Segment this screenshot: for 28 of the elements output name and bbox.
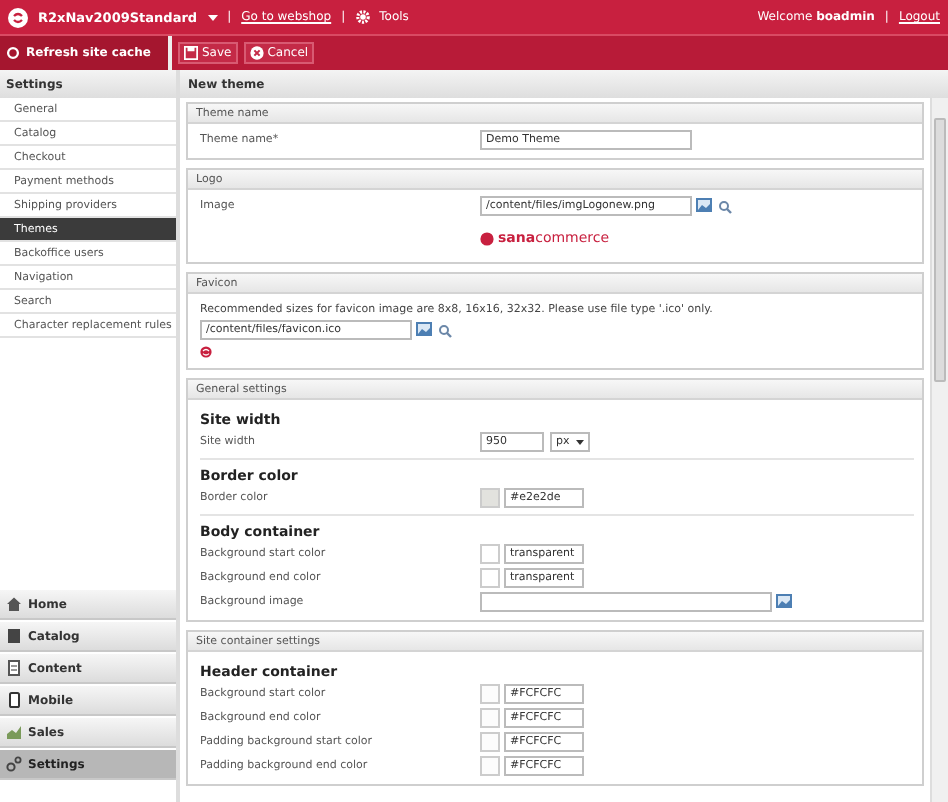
logo-icon [8,7,28,27]
color-swatch[interactable] [480,732,500,752]
color-swatch[interactable] [480,544,500,564]
gear-icon[interactable] [355,10,370,24]
input-field[interactable] [480,592,772,612]
color-swatch[interactable] [480,488,500,508]
scrollbar[interactable] [930,98,948,802]
color-swatch[interactable] [480,568,500,588]
book-icon [6,628,22,644]
image-browse-icon[interactable] [776,594,794,610]
house-icon [6,596,22,612]
close-icon [249,46,264,60]
caret-icon[interactable] [576,438,584,446]
search-icon[interactable] [438,323,452,337]
image-browse-icon[interactable] [696,198,714,214]
image-browse-icon[interactable] [416,322,434,338]
favicon-icon [200,346,212,358]
document-icon [6,660,22,676]
color-swatch[interactable] [480,708,500,728]
search-icon[interactable] [718,199,732,213]
gears-icon [6,756,22,772]
color-swatch[interactable] [480,684,500,704]
caret-icon[interactable] [207,13,218,21]
color-swatch[interactable] [480,756,500,776]
chart-icon [6,724,22,740]
logo-icon [480,231,494,245]
refresh-icon [6,46,20,60]
phone-icon [6,692,22,708]
